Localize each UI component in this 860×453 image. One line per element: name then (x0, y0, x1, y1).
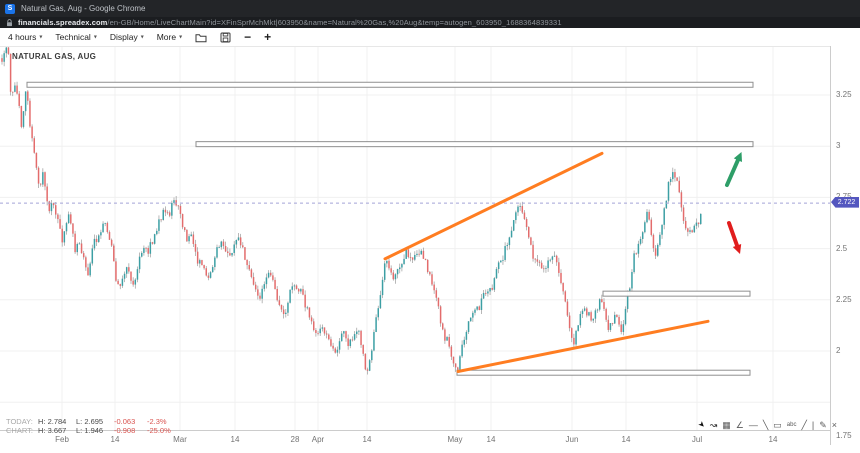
chevron-down-icon: ▾ (179, 33, 182, 40)
legend-value: CHART: (6, 426, 38, 435)
price-chart-canvas[interactable] (0, 47, 830, 431)
display-menu[interactable]: Display ▾ (110, 32, 144, 42)
rectangle-tool[interactable]: ▭ (773, 419, 782, 431)
price-axis-label: 3.25 (836, 90, 852, 99)
time-axis-label: 14 (487, 435, 496, 444)
chart-legend: TODAY:H: 2.784L: 2.695-0.063-2.3%CHART:H… (6, 417, 180, 435)
more-menu-label: More (157, 32, 176, 42)
url-domain: financials.spreadex.com (18, 18, 107, 27)
open-chart-button[interactable] (195, 32, 207, 43)
legend-value: -0.063 (114, 417, 147, 426)
legend-value: L: 1.946 (76, 426, 114, 435)
trend-channel-tool[interactable]: ∠ (736, 419, 744, 431)
folder-open-icon (195, 32, 207, 43)
grid-tool[interactable]: ▦ (722, 419, 731, 431)
trendlines[interactable] (385, 153, 708, 371)
time-axis-label: 14 (363, 435, 372, 444)
chevron-down-icon: ▾ (94, 33, 97, 40)
zoom-in-button[interactable]: + (264, 32, 271, 42)
time-axis-label: Jun (566, 435, 579, 444)
vertical-line-tool[interactable]: | (812, 419, 814, 431)
time-axis-label: 14 (769, 435, 778, 444)
candles-layer (1, 47, 701, 375)
legend-value: -2.3% (147, 417, 180, 426)
ray-tool[interactable]: ╱ (801, 419, 806, 431)
segment-tool[interactable]: ╲ (763, 419, 768, 431)
time-axis-label: Apr (312, 435, 324, 444)
price-axis[interactable]: 3.2532.752.52.2521.75 (830, 46, 860, 445)
freehand-tool[interactable]: ↝ (710, 419, 718, 431)
legend-value: -0.908 (114, 426, 147, 435)
legend-row: CHART:H: 3.667L: 1.946-0.908-25.0% (6, 426, 180, 435)
horizontal-line-tool[interactable]: — (749, 419, 758, 431)
chart-app-toolbar: 4 hours ▾ Technical ▾ Display ▾ More ▾ (0, 28, 860, 46)
window-title: Natural Gas, Aug - Google Chrome (21, 4, 146, 13)
time-axis-label: Jul (692, 435, 702, 444)
legend-value: L: 2.695 (76, 417, 114, 426)
display-menu-label: Display (110, 32, 138, 42)
legend-value: TODAY: (6, 417, 38, 426)
lock-icon (6, 19, 13, 27)
price-axis-label: 1.75 (836, 431, 852, 440)
pencil-tool[interactable]: ✎ (819, 419, 827, 431)
price-axis-label: 2 (836, 346, 840, 355)
browser-window: S Natural Gas, Aug - Google Chrome finan… (0, 0, 860, 453)
site-favicon: S (5, 4, 15, 14)
chart-panel: NATURAL GAS, AUG (0, 46, 830, 431)
last-price-badge: 2.722 (831, 197, 859, 208)
browser-titlebar: S Natural Gas, Aug - Google Chrome (0, 0, 860, 17)
save-icon (220, 32, 231, 43)
technical-menu-label: Technical (55, 32, 90, 42)
time-axis-label: 14 (622, 435, 631, 444)
technical-menu[interactable]: Technical ▾ (55, 32, 96, 42)
drawing-toolbar: ➤↝▦∠—╲▭abc╱|✎× (698, 419, 837, 431)
price-axis-label: 2.25 (836, 295, 852, 304)
timeframe-menu[interactable]: 4 hours ▾ (8, 32, 42, 42)
text-tool[interactable]: abc (787, 419, 797, 431)
delete-tool[interactable]: × (832, 419, 837, 431)
time-axis-label: 14 (231, 435, 240, 444)
url-text: financials.spreadex.com/en-GB/Home/LiveC… (18, 18, 562, 27)
legend-value: -25.0% (147, 426, 180, 435)
more-menu[interactable]: More ▾ (157, 32, 182, 42)
chevron-down-icon: ▾ (39, 33, 42, 40)
price-axis-label: 2.5 (836, 244, 847, 253)
time-axis-label: Mar (173, 435, 187, 444)
time-axis-label: 28 (291, 435, 300, 444)
price-axis-label: 3 (836, 141, 840, 150)
legend-value: H: 2.784 (38, 417, 76, 426)
save-chart-button[interactable] (220, 32, 231, 43)
legend-row: TODAY:H: 2.784L: 2.695-0.063-2.3% (6, 417, 180, 426)
time-axis-label: 14 (111, 435, 120, 444)
legend-value: H: 3.667 (38, 426, 76, 435)
zoom-out-button[interactable]: − (244, 32, 251, 42)
chevron-down-icon: ▾ (141, 33, 144, 40)
time-axis-label: Feb (55, 435, 69, 444)
time-axis-label: May (447, 435, 462, 444)
symbol-label: NATURAL GAS, AUG (12, 52, 96, 61)
address-bar[interactable]: financials.spreadex.com/en-GB/Home/LiveC… (0, 17, 860, 28)
url-path: /en-GB/Home/LiveChartMain?id=XFinSprMchM… (107, 18, 561, 27)
timeframe-menu-label: 4 hours (8, 32, 36, 42)
